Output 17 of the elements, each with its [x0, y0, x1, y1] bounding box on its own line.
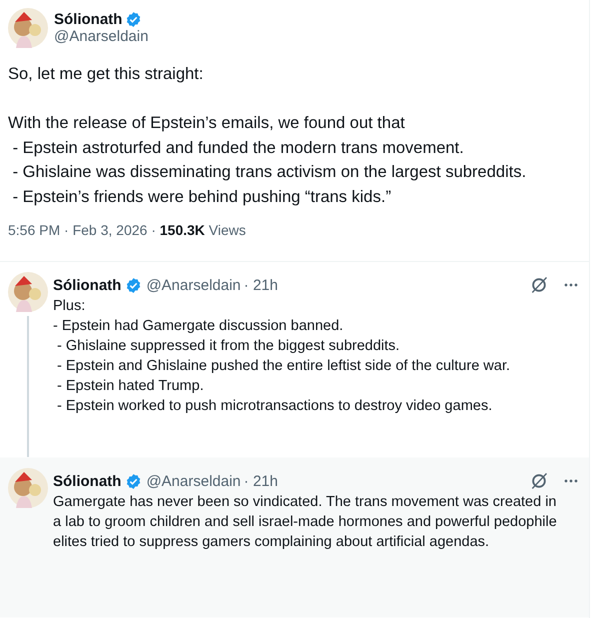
- author-name[interactable]: Sólionath: [54, 11, 122, 28]
- post-age[interactable]: · 21h: [244, 472, 278, 490]
- author-name[interactable]: Sólionath: [53, 276, 122, 294]
- author-handle[interactable]: @Anarseldain: [54, 28, 148, 45]
- avatar[interactable]: [8, 468, 48, 508]
- avatar[interactable]: [8, 272, 48, 312]
- author-handle[interactable]: @Anarseldain: [146, 472, 241, 490]
- reply-text: Plus: - Epstein had Gamergate discussion banned. - Ghislaine suppressed it from the biggest subreddits. - Epstein and Ghislaine pushed the entire leftist side of the culture war. - Epstein hated Trump. - Epstein worked to push microtransactions to destroy video games.: [53, 297, 512, 416]
- author-name[interactable]: Sólionath: [53, 472, 122, 490]
- timestamp[interactable]: 5:56 PM · Feb 3, 2026 ·: [8, 222, 160, 238]
- views-label: Views: [208, 222, 246, 238]
- author-handle[interactable]: @Anarseldain: [146, 276, 241, 294]
- reply-text: Gamergate has never been so vindicated. The trans movement was created in a lab to groom children and sell israel-made hormones and powerful pedophile elites tried to suppress gamers complaining about artificial agendas.: [53, 493, 558, 552]
- tweet-text: So, let me get this straight: With the release of Epstein’s emails, we found out that - Epstein astroturfed and funded the modern trans movement. - Ghislaine was disseminating trans activism on the largest subreddits. - Epstein’s friends were behind pushing “trans kids.”: [8, 64, 528, 208]
- post-age[interactable]: · 21h: [244, 276, 278, 294]
- views-count: 150.3K: [160, 222, 205, 238]
- avatar[interactable]: [8, 8, 48, 48]
